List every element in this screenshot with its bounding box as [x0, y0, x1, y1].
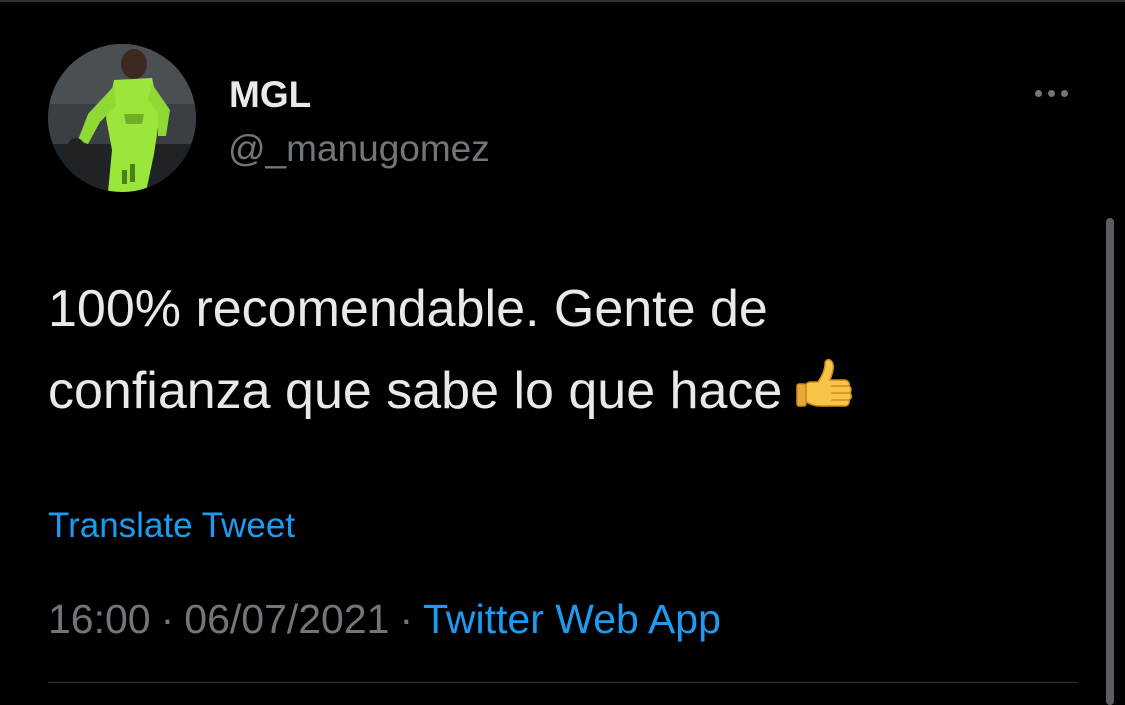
ellipsis-icon — [1034, 89, 1042, 97]
separator: · — [160, 596, 175, 642]
bottom-divider — [48, 682, 1078, 683]
display-name[interactable]: MGL — [229, 72, 311, 118]
translate-tweet-link[interactable]: Translate Tweet — [48, 503, 295, 549]
tweet-source-link[interactable]: Twitter Web App — [423, 596, 721, 642]
separator: · — [399, 596, 414, 642]
tweet-text-line: confianza que sabe lo que hace — [48, 350, 1048, 444]
tweet-text: 100% recomendable. Gente de confianza qu… — [48, 268, 1048, 444]
top-divider — [0, 0, 1125, 2]
tweet-date[interactable]: 06/07/2021 — [184, 596, 389, 642]
avatar[interactable] — [48, 44, 196, 192]
profile-photo-icon — [48, 44, 196, 192]
tweet-time[interactable]: 16:00 — [48, 596, 151, 642]
scrollbar[interactable] — [1106, 218, 1114, 705]
ellipsis-icon — [1047, 89, 1055, 97]
ellipsis-icon — [1060, 89, 1068, 97]
more-options-button[interactable] — [1026, 78, 1076, 108]
tweet-text-line-content: confianza que sabe lo que hace — [48, 362, 783, 420]
tweet-metadata: 16:00 · 06/07/2021 · Twitter Web App — [48, 593, 721, 645]
tweet-text-line: 100% recomendable. Gente de — [48, 280, 768, 338]
user-handle[interactable]: @_manugomez — [228, 126, 490, 172]
thumbs-up-emoji-icon — [792, 356, 856, 444]
